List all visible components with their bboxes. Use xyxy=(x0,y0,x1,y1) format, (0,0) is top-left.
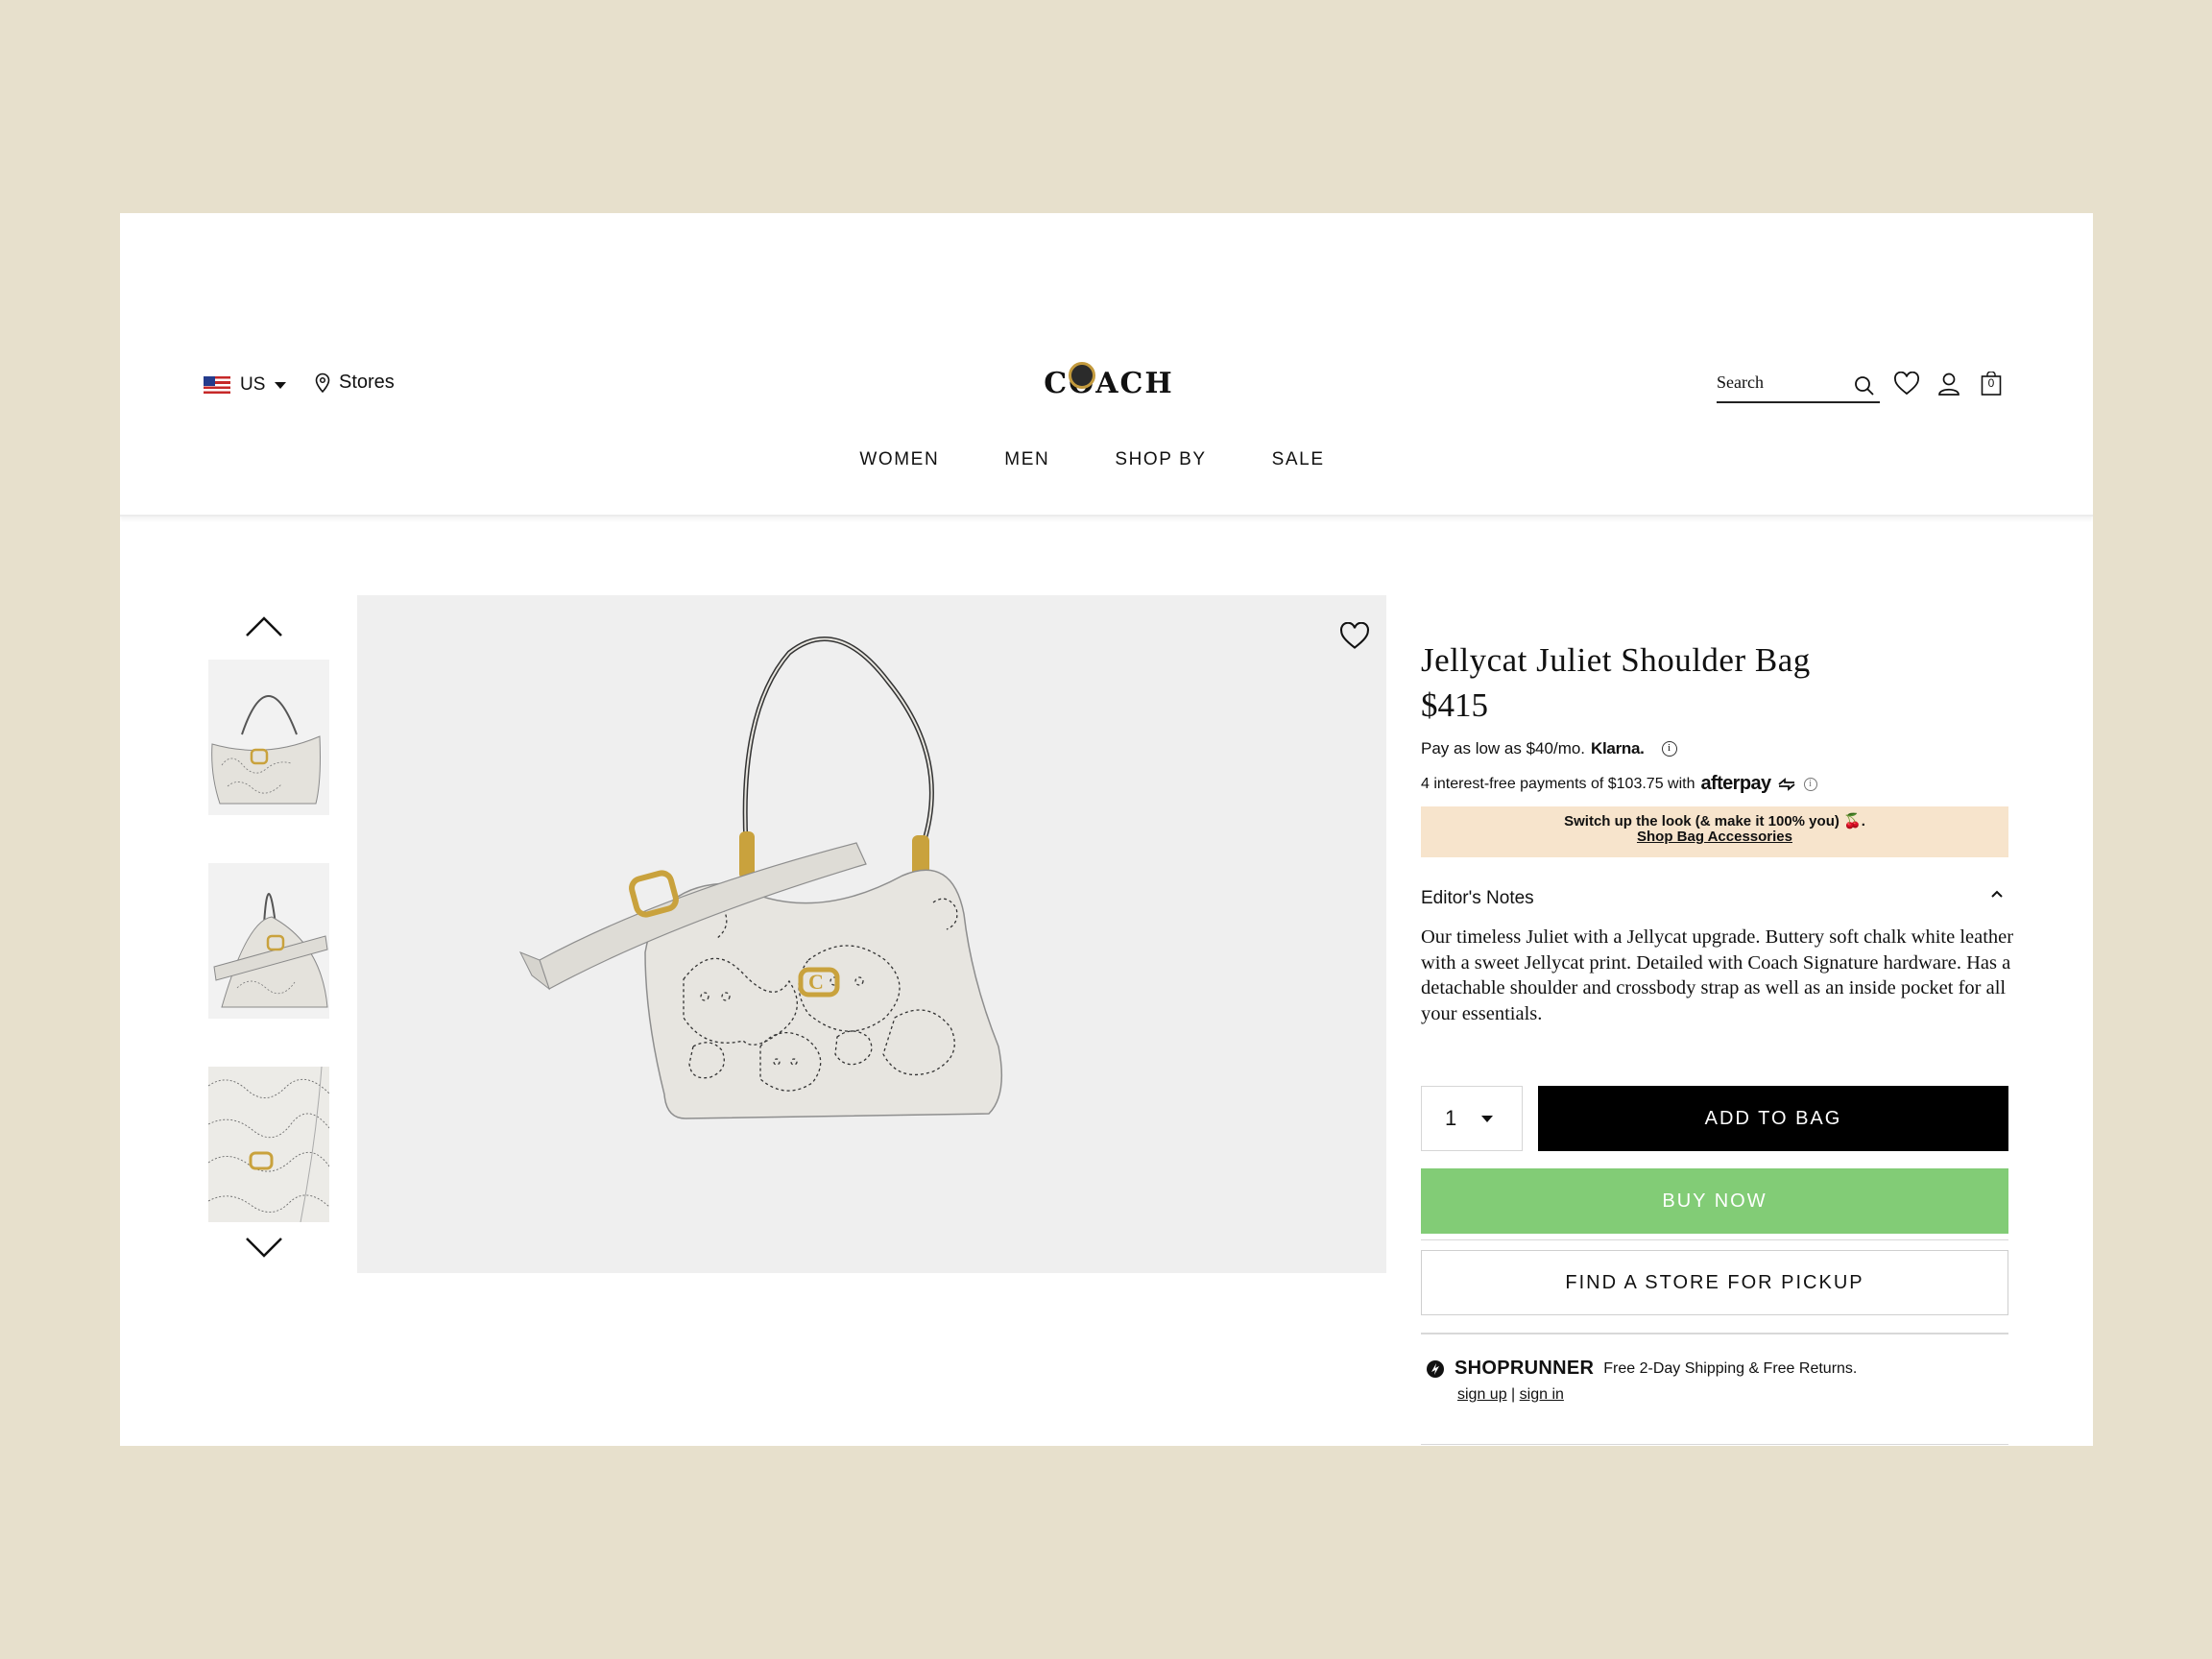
afterpay-text: 4 interest-free payments of $103.75 with xyxy=(1421,775,1695,792)
shoprunner-brand: SHOPRUNNER xyxy=(1455,1358,1595,1379)
chevron-up-icon xyxy=(1991,890,2003,898)
thumbnail-detail[interactable] xyxy=(208,1067,329,1222)
caret-down-icon xyxy=(275,381,287,389)
shoprunner-text: Free 2-Day Shipping & Free Returns. xyxy=(1603,1359,1858,1377)
quantity-select[interactable]: 1 xyxy=(1421,1086,1523,1151)
klarna-logo: Klarna. xyxy=(1591,739,1645,757)
editors-notes-heading: Editor's Notes xyxy=(1421,888,1534,908)
shopping-bag-button[interactable]: 0 xyxy=(1981,371,2002,397)
add-to-bag-button[interactable]: ADD TO BAG xyxy=(1538,1086,2008,1151)
afterpay-financing: 4 interest-free payments of $103.75 with… xyxy=(1421,773,1817,795)
buy-now-button[interactable]: BUY NOW xyxy=(1421,1168,2008,1234)
editors-notes-body: Our timeless Juliet with a Jellycat upgr… xyxy=(1421,926,2014,1024)
shoulder-bag-image: C xyxy=(518,637,1003,1119)
brand-logo[interactable]: COACH xyxy=(1022,362,1195,400)
afterpay-arrows-icon xyxy=(1777,777,1795,791)
stores-label: Stores xyxy=(339,372,395,393)
promo-text: Switch up the look (& make it 100% you) … xyxy=(1564,813,1865,830)
link-separator: | xyxy=(1511,1386,1516,1403)
bag-count: 0 xyxy=(1987,376,1995,390)
find-store-button[interactable]: FIND A STORE FOR PICKUP xyxy=(1421,1250,2008,1315)
divider xyxy=(1421,1333,2008,1334)
locale-label: US xyxy=(240,374,266,395)
afterpay-logo: afterpay xyxy=(1700,773,1772,794)
promo-banner: Switch up the look (& make it 100% you) … xyxy=(1421,806,2008,857)
search-bar[interactable] xyxy=(1717,373,1880,403)
shoprunner-links: sign up | sign in xyxy=(1457,1386,1564,1404)
divider xyxy=(1421,1444,2008,1445)
main-nav: WOMEN MEN SHOP BY SALE xyxy=(120,449,2093,470)
klarna-text: Pay as low as $40/mo. xyxy=(1421,739,1586,757)
location-pin-icon xyxy=(315,373,330,393)
product-page: US Stores COACH 0 WOMEN MEN SHOP BY SALE xyxy=(120,213,2093,1446)
bag-front-thumbnail-image xyxy=(208,660,329,815)
nav-women[interactable]: WOMEN xyxy=(859,449,939,470)
wishlist-heart-icon[interactable] xyxy=(1893,372,1920,397)
shoprunner-banner: SHOPRUNNER Free 2-Day Shipping & Free Re… xyxy=(1426,1358,1857,1380)
stores-link[interactable]: Stores xyxy=(314,372,395,394)
site-header: US Stores COACH 0 WOMEN MEN SHOP BY SALE xyxy=(120,213,2093,517)
klarna-financing: Pay as low as $40/mo. Klarna. i xyxy=(1421,739,1677,758)
product-price: $415 xyxy=(1421,686,1488,724)
locale-selector[interactable]: US xyxy=(204,374,287,396)
thumbnail-up-arrow-icon[interactable] xyxy=(245,613,283,639)
sign-in-link[interactable]: sign in xyxy=(1520,1386,1564,1403)
bag-side-thumbnail-image xyxy=(208,863,329,1019)
jellycat-bear-icon xyxy=(1069,362,1095,389)
nav-men[interactable]: MEN xyxy=(1004,449,1049,470)
favorite-heart-icon[interactable] xyxy=(1338,622,1371,651)
info-icon[interactable]: i xyxy=(1803,777,1817,791)
main-product-image[interactable]: C xyxy=(357,595,1386,1273)
thumbnail-down-arrow-icon[interactable] xyxy=(245,1235,283,1262)
bag-detail-thumbnail-image xyxy=(208,1067,329,1222)
search-icon[interactable] xyxy=(1853,374,1876,397)
editors-notes-toggle[interactable]: Editor's Notes xyxy=(1421,888,2008,909)
nav-shop-by[interactable]: SHOP BY xyxy=(1115,449,1206,470)
thumbnail-side[interactable] xyxy=(208,863,329,1019)
search-input[interactable] xyxy=(1717,373,1841,393)
sign-up-link[interactable]: sign up xyxy=(1457,1386,1507,1403)
info-icon[interactable]: i xyxy=(1661,741,1677,757)
product-title: Jellycat Juliet Shoulder Bag xyxy=(1421,641,1811,679)
divider xyxy=(1421,1239,2008,1240)
brand-wordmark: COACH xyxy=(1044,367,1174,400)
caret-down-icon xyxy=(1481,1115,1494,1122)
account-icon[interactable] xyxy=(1937,372,1960,397)
shoprunner-logo-icon xyxy=(1427,1359,1444,1378)
thumbnail-front[interactable] xyxy=(208,660,329,815)
svg-text:C: C xyxy=(808,970,824,994)
nav-sale[interactable]: SALE xyxy=(1272,449,1325,470)
us-flag-icon xyxy=(204,376,230,394)
quantity-value: 1 xyxy=(1445,1106,1457,1130)
shop-bag-accessories-link[interactable]: Shop Bag Accessories xyxy=(1421,830,2008,845)
